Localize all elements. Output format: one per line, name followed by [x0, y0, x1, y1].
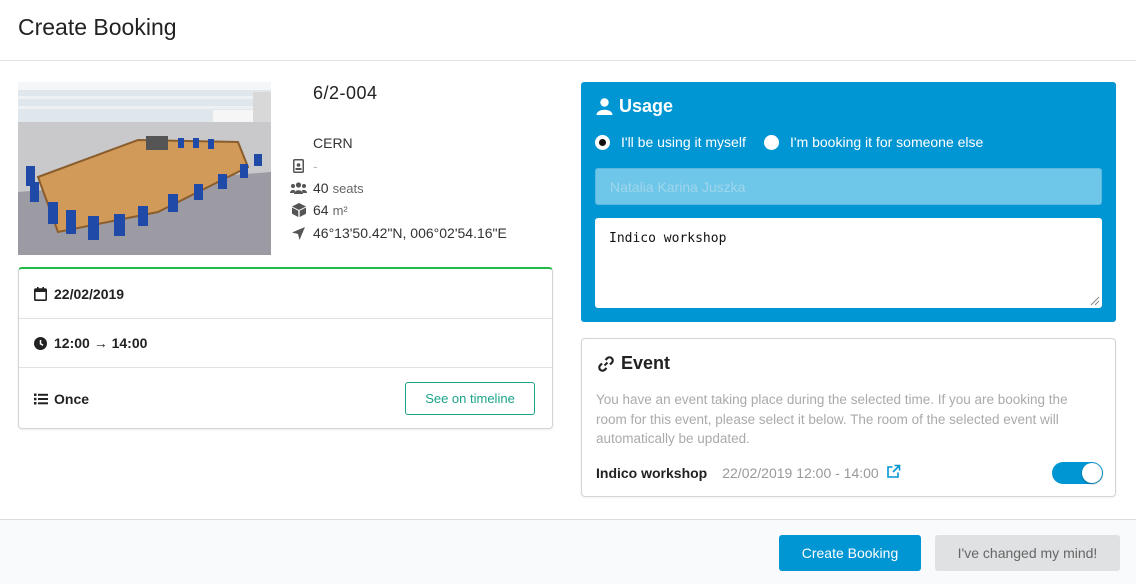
booking-reason-textarea[interactable]: Indico workshop	[595, 218, 1102, 308]
location-arrow-icon	[290, 225, 307, 241]
users-icon	[290, 180, 307, 196]
booking-times-card: 22/02/2019 12:00 → 14:00 Once See on tim…	[18, 267, 553, 429]
see-on-timeline-button[interactable]: See on timeline	[405, 382, 535, 415]
event-item: Indico workshop 22/02/2019 12:00 - 14:00	[596, 464, 901, 482]
user-icon	[596, 98, 613, 115]
room-capacity-unit: seats	[332, 180, 364, 196]
radio-myself-label[interactable]: I'll be using it myself	[621, 134, 746, 150]
event-panel: Event You have an event taking place dur…	[581, 338, 1116, 497]
modal-footer: Create Booking I've changed my mind!	[0, 519, 1136, 584]
resize-grip-icon[interactable]	[1088, 294, 1100, 306]
event-datetime: 22/02/2019 12:00 - 14:00	[722, 465, 879, 481]
room-name: 6/2-004	[313, 83, 378, 103]
clock-icon	[34, 336, 48, 350]
booking-recurrence: Once	[54, 390, 90, 407]
link-event-toggle[interactable]	[1052, 462, 1103, 484]
radio-someone-else-indicator[interactable]	[764, 134, 779, 150]
cube-icon	[290, 202, 307, 218]
usage-panel: Usage I'll be using it myself I'm bookin…	[581, 82, 1116, 322]
usage-header: Usage	[596, 96, 673, 117]
toggle-knob	[1082, 463, 1102, 483]
room-surface-row: 64 m²	[290, 200, 348, 220]
event-description: You have an event taking place during th…	[596, 392, 1068, 446]
room-surface-unit: m²	[332, 202, 348, 218]
list-icon	[34, 393, 48, 405]
room-owner: -	[313, 158, 318, 174]
booking-time: 12:00 → 14:00	[54, 335, 148, 351]
radio-someone-else[interactable]: I'm booking it for someone else	[764, 134, 983, 150]
booked-for-user-field: Natalia Karina Juszka	[595, 168, 1102, 205]
booking-recurrence-row: Once See on timeline	[19, 368, 552, 429]
room-capacity: 40	[313, 180, 329, 196]
booking-time-row: 12:00 → 14:00	[19, 319, 552, 368]
id-badge-icon	[290, 158, 307, 174]
create-booking-button[interactable]: Create Booking	[779, 535, 921, 571]
room-coordinates: 46°13'50.42"N, 006°02'54.16"E	[313, 225, 507, 241]
calendar-icon	[34, 286, 48, 301]
link-icon	[597, 355, 615, 373]
room-photo	[18, 82, 271, 255]
radio-myself-indicator[interactable]	[595, 134, 610, 150]
room-capacity-row: 40 seats	[290, 178, 364, 198]
event-name: Indico workshop	[596, 465, 708, 481]
booking-date: 22/02/2019	[54, 285, 125, 302]
booking-date-row: 22/02/2019	[19, 269, 552, 319]
event-header: Event	[597, 353, 670, 374]
radio-myself[interactable]: I'll be using it myself	[595, 134, 746, 150]
booking-reason-text: Indico workshop	[609, 231, 727, 246]
modal-header: Create Booking	[0, 0, 1136, 61]
cancel-button[interactable]: I've changed my mind!	[935, 535, 1120, 571]
radio-someone-else-label[interactable]: I'm booking it for someone else	[790, 134, 983, 150]
event-title: Event	[621, 353, 671, 373]
room-site: CERN	[313, 135, 353, 151]
room-location-row: 46°13'50.42"N, 006°02'54.16"E	[290, 223, 507, 243]
room-surface: 64	[313, 202, 329, 218]
external-link-icon[interactable]	[886, 464, 901, 482]
usage-title: Usage	[619, 96, 674, 116]
modal-title: Create Booking	[18, 14, 177, 40]
room-owner-row: -	[290, 156, 318, 176]
